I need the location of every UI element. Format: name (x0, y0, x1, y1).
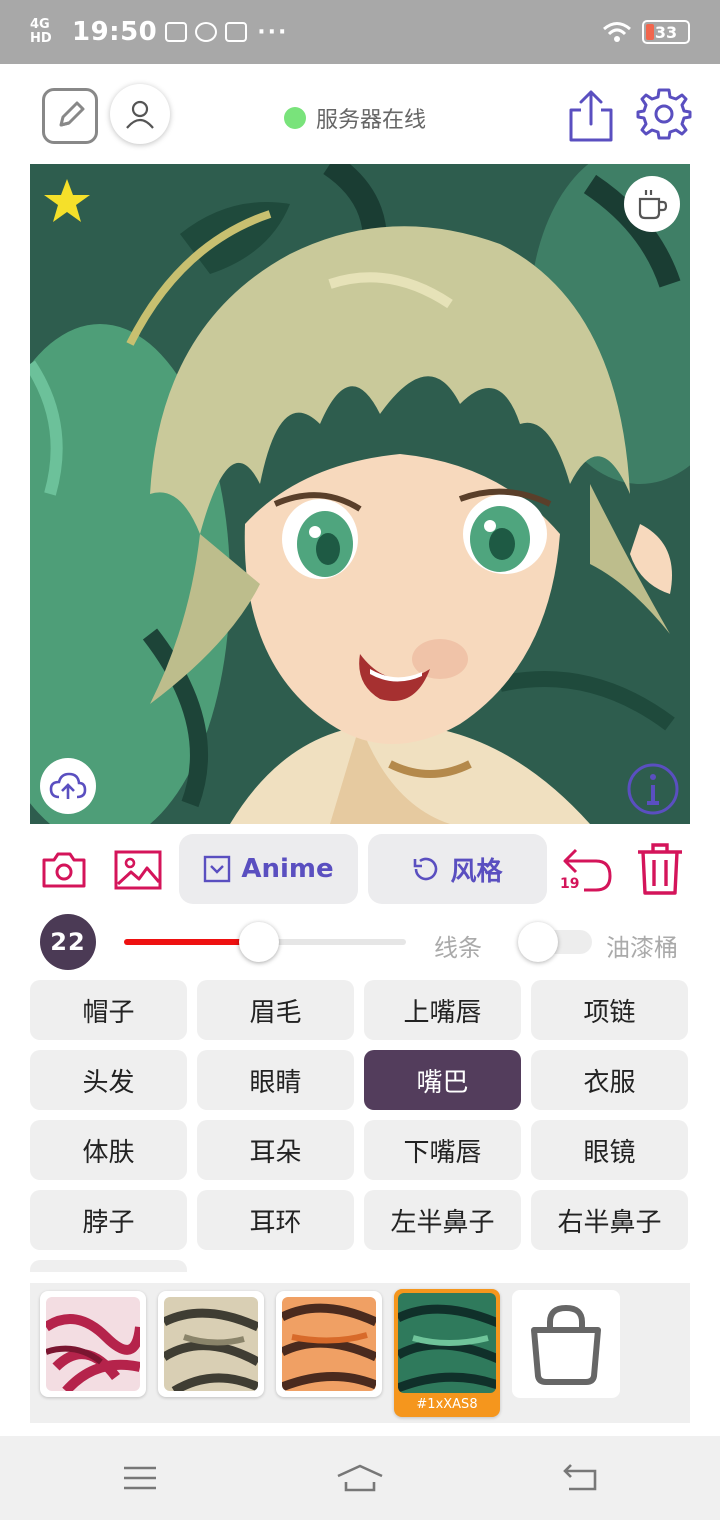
donate-button[interactable] (624, 176, 680, 232)
server-status-label: 服务器在线 (316, 108, 427, 133)
back-icon (563, 1464, 597, 1491)
cloud-upload-icon (49, 772, 87, 799)
style-shop-button[interactable] (512, 1290, 620, 1398)
style-thumbnail[interactable] (40, 1291, 146, 1397)
line-label: 线条 (434, 934, 482, 962)
model-label: Anime (241, 854, 334, 884)
home-button[interactable] (336, 1458, 384, 1498)
part-button[interactable]: 上嘴唇 (364, 980, 521, 1040)
brush-size-badge: 22 (40, 914, 96, 970)
server-status: 服务器在线 (284, 102, 426, 134)
part-button[interactable]: 眉毛 (197, 980, 354, 1040)
part-button[interactable] (30, 1260, 187, 1272)
share-button[interactable] (566, 88, 616, 144)
paint-bucket-toggle[interactable] (518, 922, 592, 962)
brush-size-slider[interactable] (124, 922, 406, 962)
system-nav-bar (0, 1436, 720, 1520)
part-button[interactable]: 左半鼻子 (364, 1190, 521, 1250)
more-notifications: ··· (257, 19, 289, 45)
status-dot (284, 107, 306, 129)
camera-button[interactable] (40, 846, 88, 894)
trash-icon (638, 843, 682, 895)
menu-button[interactable] (118, 1458, 162, 1498)
part-button[interactable]: 耳环 (197, 1190, 354, 1250)
undo-count: 19 (560, 876, 580, 892)
battery-level: 33 (654, 22, 678, 42)
dropdown-box-icon (204, 855, 231, 883)
brush-controls: 22 线条 油漆桶 (0, 910, 720, 974)
style-strip: #1xXAS8 (30, 1283, 690, 1423)
style-tag: #1xXAS8 (416, 1397, 478, 1412)
style-thumbnail-selected[interactable]: #1xXAS8 (394, 1289, 500, 1417)
mail-icon (165, 22, 188, 42)
info-icon (627, 763, 679, 815)
favorite-button[interactable] (42, 178, 92, 224)
battery-indicator: 33 (642, 20, 690, 44)
part-button[interactable]: 项链 (531, 980, 688, 1040)
drawing-canvas[interactable] (30, 164, 690, 824)
back-button[interactable] (558, 1458, 602, 1498)
star-icon (44, 179, 90, 222)
home-icon (337, 1464, 383, 1492)
share-icon (569, 90, 613, 142)
part-button[interactable]: 衣服 (531, 1050, 688, 1110)
model-select-button[interactable]: Anime (179, 834, 358, 904)
slider-thumb[interactable] (239, 922, 280, 962)
gallery-button[interactable] (114, 846, 162, 894)
style-transfer-button[interactable]: 风格 (368, 834, 547, 904)
style-thumbnail[interactable] (158, 1291, 264, 1397)
part-button[interactable]: 下嘴唇 (364, 1120, 521, 1180)
settings-button[interactable] (636, 86, 692, 142)
anime-portrait (30, 164, 690, 824)
part-button[interactable]: 耳朵 (197, 1120, 354, 1180)
music-icon (195, 22, 218, 42)
user-button[interactable] (110, 84, 170, 144)
info-button[interactable] (626, 762, 680, 816)
paint-bucket-label: 油漆桶 (606, 934, 678, 962)
edit-icon (59, 101, 85, 127)
clock: 19:50 (72, 17, 158, 47)
part-button[interactable]: 体肤 (30, 1120, 187, 1180)
app-header: 服务器在线 (0, 64, 720, 164)
refresh-icon (414, 857, 438, 881)
shopping-bag-icon (531, 1304, 601, 1385)
edit-button[interactable] (42, 88, 98, 144)
delete-button[interactable] (634, 842, 686, 896)
coffee-icon (638, 190, 668, 220)
image-icon (114, 850, 162, 890)
part-button-selected[interactable]: 嘴巴 (364, 1050, 521, 1110)
part-button[interactable]: 帽子 (30, 980, 187, 1040)
app-notification-icon (225, 22, 248, 42)
status-bar: 4G HD 19:50 ··· 33 (0, 0, 720, 64)
camera-icon (42, 852, 86, 888)
style-thumbnail[interactable] (276, 1291, 382, 1397)
network-indicator: 4G HD (30, 17, 52, 46)
wifi-icon (603, 22, 631, 42)
part-button[interactable]: 头发 (30, 1050, 187, 1110)
gear-icon (636, 88, 692, 140)
part-button[interactable]: 脖子 (30, 1190, 187, 1250)
part-button[interactable]: 眼镜 (531, 1120, 688, 1180)
part-selector-grid: 帽子 眉毛 上嘴唇 项链头发 眼睛 嘴巴 衣服体肤 耳朵 下嘴唇 眼镜脖子 耳环 左半鼻子 右半鼻子 (30, 980, 690, 1272)
style-label: 风格 (450, 856, 503, 887)
part-button[interactable]: 右半鼻子 (531, 1190, 688, 1250)
user-icon (126, 100, 154, 129)
edit-toolbar: Anime 风格 19 (0, 832, 720, 908)
upload-button[interactable] (40, 758, 96, 814)
part-button[interactable]: 眼睛 (197, 1050, 354, 1110)
menu-icon (124, 1466, 156, 1490)
